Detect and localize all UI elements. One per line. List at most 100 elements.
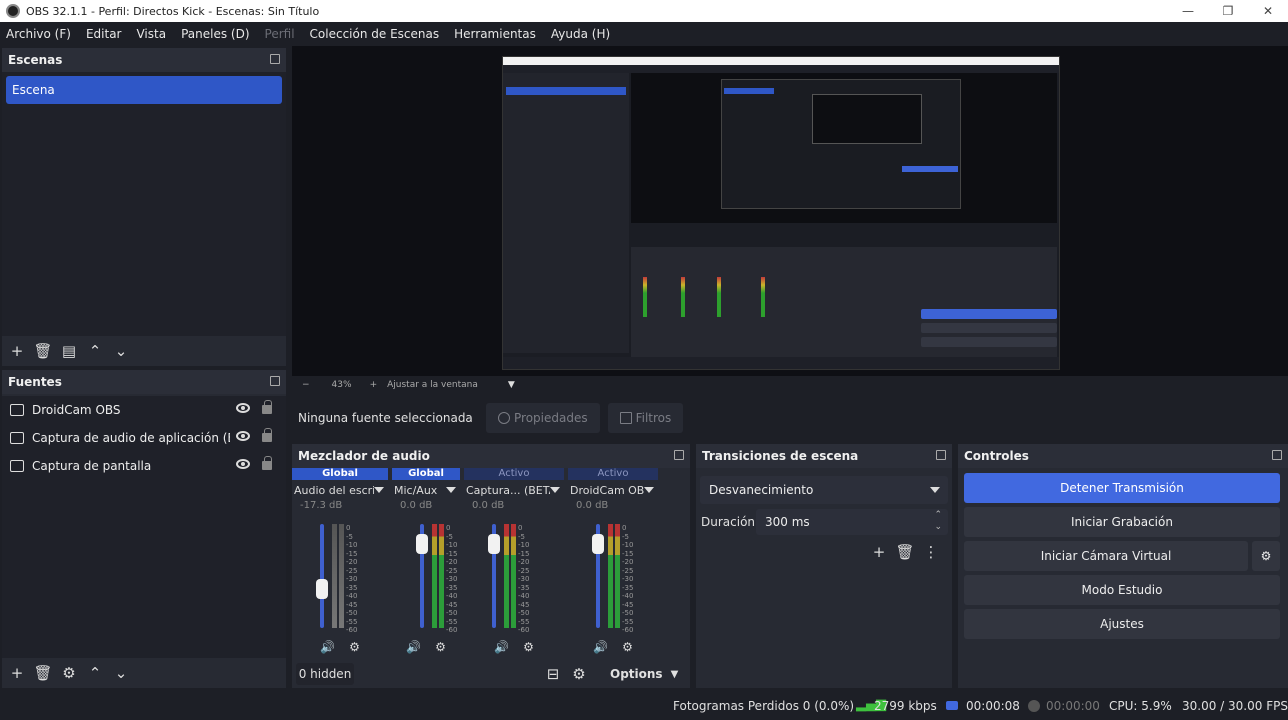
chevron-down-icon[interactable]: ▼ xyxy=(671,669,679,680)
scene-filters-button[interactable]: ▤ xyxy=(56,339,82,363)
remove-scene-button[interactable]: 🗑 xyxy=(30,339,56,363)
speaker-icon[interactable]: 🔊 xyxy=(406,640,421,654)
app-audio-icon xyxy=(10,432,24,444)
zoom-out-button[interactable]: − xyxy=(302,380,310,390)
undock-icon[interactable] xyxy=(674,450,684,460)
source-item[interactable]: DroidCam OBS xyxy=(2,396,286,424)
visibility-eye-icon[interactable] xyxy=(236,403,250,413)
undock-icon[interactable] xyxy=(270,54,280,64)
preview-canvas[interactable] xyxy=(292,46,1288,376)
volume-fader-handle[interactable] xyxy=(316,578,328,599)
minimize-button[interactable]: — xyxy=(1168,0,1208,22)
menu-paneles[interactable]: Paneles (D) xyxy=(181,27,249,41)
channel-name-select[interactable]: DroidCam OBS xyxy=(568,480,658,500)
add-source-button[interactable]: + xyxy=(4,661,30,685)
virtual-camera-button[interactable]: Iniciar Cámara Virtual xyxy=(964,541,1248,571)
dropped-frames: Fotogramas Perdidos 0 (0.0%) xyxy=(673,699,855,713)
channel-name-select[interactable]: Captura... (BETA) xyxy=(464,480,564,500)
stop-stream-button[interactable]: Detener Transmisión xyxy=(964,473,1280,503)
menu-archivo[interactable]: Archivo (F) xyxy=(6,27,71,41)
chevron-down-icon xyxy=(374,487,384,493)
record-time: 00:00:00 xyxy=(1046,699,1100,713)
virtual-camera-gear-icon[interactable]: ⚙ xyxy=(1252,541,1280,571)
move-up-icon[interactable]: ⌃ xyxy=(82,339,108,363)
channel-volume-db: 0.0 dB xyxy=(576,500,609,511)
camera-icon xyxy=(10,404,24,416)
visibility-eye-icon[interactable] xyxy=(236,459,250,469)
channel-status: Activo xyxy=(464,468,564,480)
studio-mode-button[interactable]: Modo Estudio xyxy=(964,575,1280,605)
maximize-button[interactable]: ❐ xyxy=(1208,0,1248,22)
move-down-icon[interactable]: ⌄ xyxy=(108,661,134,685)
undock-icon[interactable] xyxy=(936,450,946,460)
spin-arrows-icon[interactable]: ⌃ ⌄ xyxy=(934,509,942,533)
undock-icon[interactable] xyxy=(1272,450,1282,460)
undock-icon[interactable] xyxy=(270,376,280,386)
menu-herramientas[interactable]: Herramientas xyxy=(454,27,536,41)
vu-meter xyxy=(339,524,344,628)
source-item[interactable]: Captura de pantalla xyxy=(2,452,286,480)
chevron-down-icon xyxy=(550,487,560,493)
start-recording-button[interactable]: Iniciar Grabación xyxy=(964,507,1280,537)
channel-settings-icon[interactable]: ⚙ xyxy=(523,640,534,654)
scenes-dock: Escenas Escena + 🗑 ▤ ⌃ ⌄ xyxy=(2,48,286,366)
menu-perfil[interactable]: Perfil xyxy=(265,27,295,41)
zoom-in-button[interactable]: + xyxy=(370,380,378,390)
volume-fader-handle[interactable] xyxy=(592,534,604,555)
channel-settings-icon[interactable]: ⚙ xyxy=(349,640,360,654)
filters-button[interactable]: Filtros xyxy=(607,403,684,433)
vu-meter xyxy=(504,524,509,628)
settings-button[interactable]: Ajustes xyxy=(964,609,1280,639)
volume-fader-track[interactable] xyxy=(320,524,324,628)
mixer-settings-gear-icon[interactable]: ⚙ xyxy=(566,662,592,686)
speaker-icon[interactable]: 🔊 xyxy=(593,640,608,654)
chevron-down-icon[interactable]: ▼ xyxy=(508,380,515,390)
more-options-icon[interactable]: ⋮ xyxy=(918,540,944,564)
menu-editar[interactable]: Editar xyxy=(86,27,122,41)
transitions-toolbar: + 🗑 ⋮ xyxy=(866,540,944,564)
close-button[interactable]: ✕ xyxy=(1248,0,1288,22)
channel-name-select[interactable]: Mic/Aux xyxy=(392,480,460,500)
lock-icon[interactable] xyxy=(262,400,272,414)
channel-status: Global xyxy=(292,468,388,480)
record-dot-icon xyxy=(1028,700,1040,712)
scene-list: Escena xyxy=(2,72,286,336)
move-down-icon[interactable]: ⌄ xyxy=(108,339,134,363)
add-scene-button[interactable]: + xyxy=(4,339,30,363)
mixer-channel: Activo DroidCam OBS 0.0 dB 0 -5 -10 -15 -20… xyxy=(568,468,658,658)
window-title: OBS 32.1.1 - Perfil: Directos Kick - Esc… xyxy=(26,4,320,18)
source-settings-gear-icon[interactable]: ⚙ xyxy=(56,661,82,685)
menu-coleccion-escenas[interactable]: Colección de Escenas xyxy=(310,27,440,41)
properties-button[interactable]: Propiedades xyxy=(486,403,600,433)
hidden-count[interactable]: 0 hidden xyxy=(296,663,354,685)
duration-spinbox[interactable]: 300 ms ⌃ ⌄ xyxy=(756,509,948,535)
transition-select[interactable]: Desvanecimiento xyxy=(700,476,948,504)
speaker-icon[interactable]: 🔊 xyxy=(494,640,509,654)
sources-dock: Fuentes DroidCam OBS Captura de audio de… xyxy=(2,370,286,688)
visibility-eye-icon[interactable] xyxy=(236,431,250,441)
channel-settings-icon[interactable]: ⚙ xyxy=(435,640,446,654)
zoom-fit-select[interactable]: Ajustar a la ventana xyxy=(387,380,478,390)
volume-fader-handle[interactable] xyxy=(488,534,500,555)
muted-speaker-icon[interactable]: 🔊 xyxy=(320,640,335,654)
add-transition-button[interactable]: + xyxy=(866,540,892,564)
lock-icon[interactable] xyxy=(262,456,272,470)
vu-scale: 0 -5 -10 -15 -20 -25 -30 -35 -40 -45 -50… xyxy=(446,524,458,634)
controls-title: Controles xyxy=(958,444,1288,468)
remove-transition-button[interactable]: 🗑 xyxy=(892,540,918,564)
sources-dock-title: Fuentes xyxy=(2,370,286,394)
remove-source-button[interactable]: 🗑 xyxy=(30,661,56,685)
menu-ayuda[interactable]: Ayuda (H) xyxy=(551,27,610,41)
source-item[interactable]: Captura de audio de aplicación (BETA) xyxy=(2,424,286,452)
channel-settings-icon[interactable]: ⚙ xyxy=(622,640,633,654)
transitions-title: Transiciones de escena xyxy=(696,444,952,468)
cpu-usage: CPU: 5.9% xyxy=(1109,699,1172,713)
scene-item-escena[interactable]: Escena xyxy=(6,76,282,104)
volume-fader-handle[interactable] xyxy=(416,534,428,555)
channel-name-select[interactable]: Audio del escritorio xyxy=(292,480,388,500)
mixer-layout-icon[interactable]: ⊟ xyxy=(540,662,566,686)
mixer-options-button[interactable]: Options xyxy=(610,667,663,681)
move-up-icon[interactable]: ⌃ xyxy=(82,661,108,685)
lock-icon[interactable] xyxy=(262,428,272,442)
menu-vista[interactable]: Vista xyxy=(136,27,166,41)
